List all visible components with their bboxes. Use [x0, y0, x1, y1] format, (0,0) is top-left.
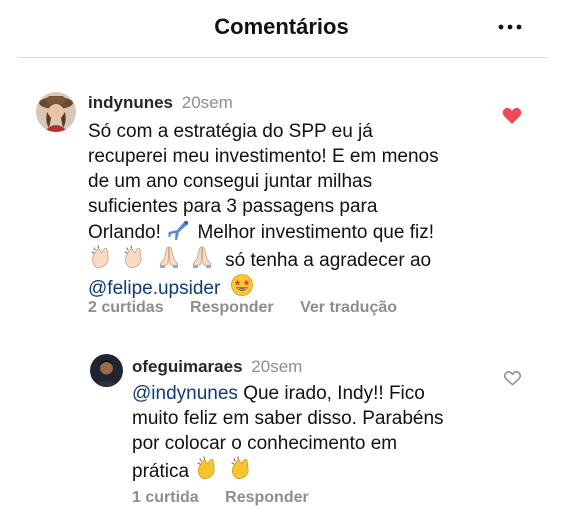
username[interactable]: ofeguimaraes: [132, 357, 243, 376]
comment-actions: 1 curtida Responder: [132, 488, 331, 508]
avatar[interactable]: [90, 354, 123, 387]
mention-link[interactable]: @indynunes: [132, 383, 238, 404]
text-segment: Que irado, Indy!! Fico: [243, 383, 425, 404]
text-line: @indynunes Que irado, Indy!! Fico: [132, 381, 492, 406]
like-button[interactable]: [504, 371, 521, 386]
clapping-hands-icon: [230, 456, 249, 479]
text-line: muito feliz em saber disso. Parabéns: [132, 408, 444, 429]
heart-outline-icon: [504, 371, 521, 386]
reply-comment-item: ofeguimaraes 20sem @indynunes Que irado,…: [0, 0, 563, 520]
text-segment: prática: [132, 461, 190, 482]
user-photo-icon: [90, 354, 123, 387]
timestamp: 20sem: [251, 357, 303, 376]
text-line: prática: [132, 456, 492, 484]
comment-text: @indynunes Que irado, Indy!! Fico muito …: [132, 381, 492, 484]
clapping-hands-icon: [197, 456, 215, 479]
likes-count-link[interactable]: 1 curtida: [132, 489, 199, 506]
reply-button[interactable]: Responder: [225, 489, 309, 506]
text-line: por colocar o conhecimento em: [132, 433, 398, 454]
comment-meta: ofeguimaraes 20sem: [132, 356, 302, 378]
